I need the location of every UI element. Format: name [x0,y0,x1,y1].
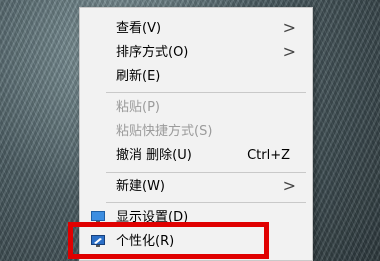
menu-item-paste[interactable]: 粘贴(P) [80,96,312,120]
chevron-right-icon: > [282,18,296,37]
menu-separator [106,202,306,203]
menu-item-view-label: 查看(V) [116,21,162,36]
menu-item-new-label: 新建(W) [116,179,165,194]
undo-shortcut-text: Ctrl+Z [247,148,290,163]
chevron-right-icon: > [282,42,296,61]
menu-item-paste-shortcut-label: 粘贴快捷方式(S) [116,124,213,139]
menu-item-refresh-label: 刷新(E) [116,69,161,84]
menu-item-view[interactable]: 查看(V) > [80,17,312,41]
menu-item-sort-by-label: 排序方式(O) [116,45,189,60]
menu-item-sort-by[interactable]: 排序方式(O) > [80,41,312,65]
menu-separator [106,172,306,173]
menu-item-undo-delete[interactable]: 撤消 删除(U) Ctrl+Z [80,144,312,168]
menu-separator [106,92,306,93]
highlight-box [68,222,269,259]
menu-item-undo-delete-label: 撤消 删除(U) [116,148,192,163]
menu-item-refresh[interactable]: 刷新(E) [80,65,312,89]
menu-item-paste-shortcut[interactable]: 粘贴快捷方式(S) [80,120,312,144]
menu-item-paste-label: 粘贴(P) [116,100,160,115]
menu-item-new[interactable]: 新建(W) > [80,175,312,199]
chevron-right-icon: > [282,176,296,195]
